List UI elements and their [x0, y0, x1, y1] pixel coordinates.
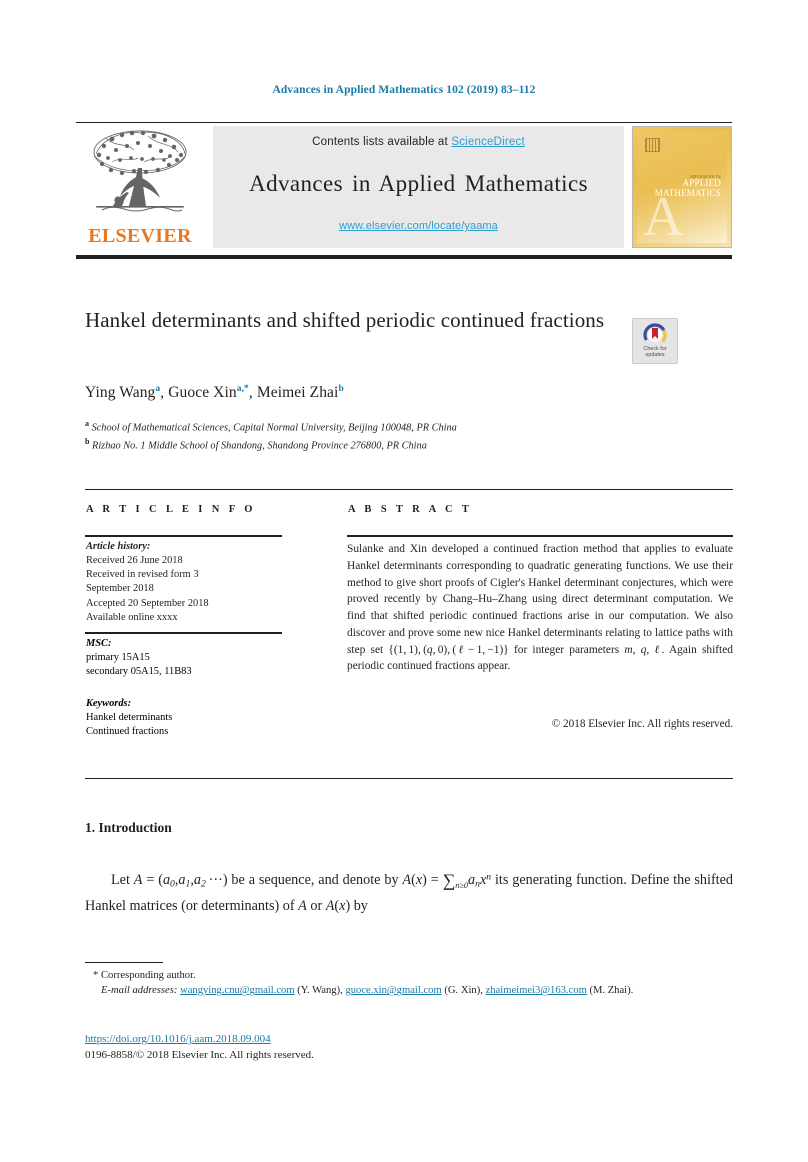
- history-line: Available online xxxx: [86, 611, 178, 623]
- email-addresses-note: E-mail addresses: wangying.cnu@gmail.com…: [85, 983, 733, 998]
- abstract-text: Sulanke and Xin developed a continued fr…: [347, 543, 733, 673]
- contents-line: Contents lists available at ScienceDirec…: [312, 136, 525, 148]
- cover-inner: A ADVANCES IN APPLIED MATHEMATICS: [637, 131, 727, 247]
- msc-label: MSC:: [86, 638, 112, 649]
- msc-line: secondary 05A15, 11B83: [86, 666, 192, 678]
- introduction-paragraph: Let A = (a0,a1,a2 ···) be a sequence, an…: [85, 870, 733, 914]
- article-info-heading: A R T I C L E I N F O: [86, 504, 256, 515]
- author-list: Ying Wanga, Guoce Xina,*, Meimei Zhaib: [85, 384, 344, 402]
- cover-title-line2: MATHEMATICS: [654, 187, 721, 198]
- keywords-label: Keywords:: [86, 698, 132, 709]
- page-title: Hankel determinants and shifted periodic…: [85, 308, 605, 332]
- msc-line: primary 15A15: [86, 652, 150, 664]
- crossmark-icon: [643, 323, 667, 347]
- keyword-item: Hankel determinants: [86, 712, 173, 724]
- email-link-xin[interactable]: guoce.xin@gmail.com: [345, 985, 441, 996]
- affiliation-b: b Rizhao No. 1 Middle School of Shandong…: [85, 436, 645, 454]
- issn-copyright-line: 0196-8858/© 2018 Elsevier Inc. All right…: [85, 1048, 314, 1061]
- masthead-top-rule: [76, 122, 732, 123]
- paper-page: Advances in Applied Mathematics 102 (201…: [0, 0, 808, 1162]
- journal-cover-thumbnail: A ADVANCES IN APPLIED MATHEMATICS: [632, 126, 732, 248]
- doi-block: https://doi.org/10.1016/j.aam.2018.09.00…: [85, 1032, 733, 1064]
- journal-masthead: ELSEVIER Contents lists available at Sci…: [76, 124, 732, 248]
- history-line: September 2018: [86, 583, 154, 595]
- affiliation-a: a School of Mathematical Sciences, Capit…: [85, 418, 645, 436]
- email-link-zhai[interactable]: zhaimeimei3@163.com: [486, 985, 587, 996]
- affiliation-list: a School of Mathematical Sciences, Capit…: [85, 418, 645, 454]
- article-history-label: Article history:: [86, 541, 151, 552]
- affiliation-b-marker: b: [85, 437, 90, 447]
- info-section-top-rule: [85, 489, 733, 490]
- body-top-rule: [85, 778, 733, 779]
- history-line: Received in revised form 3: [86, 569, 199, 581]
- asterisk-icon: *: [93, 970, 99, 981]
- contents-prefix: Contents lists available at: [312, 136, 452, 148]
- cover-title: ADVANCES IN APPLIED MATHEMATICS: [654, 174, 721, 198]
- email-sep-2: ,: [480, 985, 483, 997]
- affiliation-a-marker: a: [85, 419, 89, 428]
- running-head: Advances in Applied Mathematics 102 (201…: [272, 84, 536, 96]
- email-sep-1: ,: [340, 985, 343, 997]
- info-column-rule: [85, 535, 282, 537]
- email-owner-xin: (G. Xin): [444, 985, 481, 997]
- masthead-box: Contents lists available at ScienceDirec…: [213, 126, 624, 248]
- journal-title: Advances in Applied Mathematics: [249, 171, 588, 196]
- footnote-rule: [85, 962, 163, 963]
- sciencedirect-link[interactable]: ScienceDirect: [451, 136, 525, 148]
- msc-block: MSC: primary 15A15 secondary 05A15, 11B8…: [86, 637, 286, 679]
- elsevier-logo: ELSEVIER: [76, 126, 204, 248]
- email-owner-wang: (Y. Wang): [297, 985, 341, 997]
- crossmark-label-line1: Check for: [643, 345, 667, 352]
- abstract-heading: A B S T R A C T: [348, 504, 473, 515]
- footnote-block: * Corresponding author. E-mail addresses…: [85, 968, 733, 999]
- section-heading-introduction: 1. Introduction: [85, 820, 172, 835]
- crossmark-badge[interactable]: Check for updates: [632, 318, 678, 364]
- doi-link[interactable]: https://doi.org/10.1016/j.aam.2018.09.00…: [85, 1033, 271, 1045]
- keyword-item: Continued fractions: [86, 726, 169, 738]
- corresponding-author-text: Corresponding author.: [100, 970, 196, 981]
- history-line: Received 26 June 2018: [86, 555, 183, 567]
- affiliation-b-text: Rizhao No. 1 Middle School of Shandong, …: [92, 440, 427, 452]
- info-column-rule-2: [85, 632, 282, 634]
- corresponding-author-note: * Corresponding author.: [85, 968, 733, 983]
- email-link-wang[interactable]: wangying.cnu@gmail.com: [180, 985, 295, 996]
- elsevier-tree-icon: [93, 130, 187, 212]
- crossmark-label-line2: updates: [645, 352, 665, 359]
- cover-publisher-mark-icon: [645, 138, 660, 152]
- email-owner-zhai: (M. Zhai).: [589, 985, 634, 997]
- abstract-copyright: © 2018 Elsevier Inc. All rights reserved…: [551, 718, 733, 730]
- email-addresses-label: E-mail addresses:: [101, 985, 178, 997]
- elsevier-wordmark: ELSEVIER: [88, 225, 192, 247]
- affiliation-a-text: School of Mathematical Sciences, Capital…: [91, 422, 457, 434]
- crossmark-label: Check for updates: [633, 346, 677, 360]
- keywords-block: Keywords: Hankel determinants Continued …: [86, 697, 286, 739]
- masthead-bottom-rule: [76, 255, 732, 259]
- article-history-block: Article history: Received 26 June 2018 R…: [86, 540, 286, 625]
- history-line: Accepted 20 September 2018: [86, 597, 209, 609]
- abstract-column-rule: [347, 535, 733, 537]
- journal-homepage-link[interactable]: www.elsevier.com/locate/yaama: [339, 220, 498, 232]
